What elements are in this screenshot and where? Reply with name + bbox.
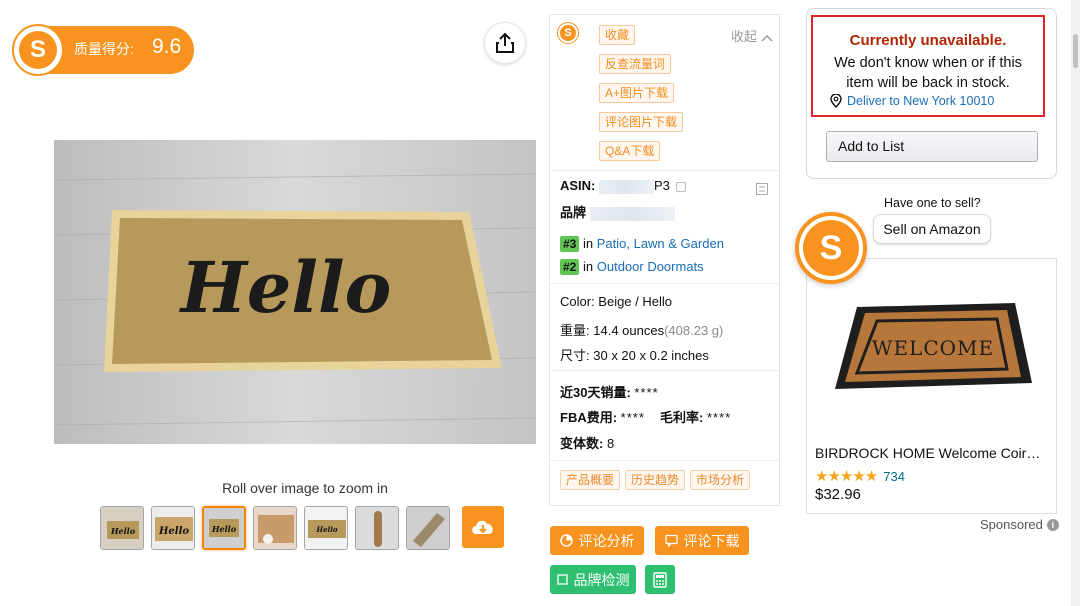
download-images-button[interactable] [462, 506, 504, 548]
fba-fee-row: FBA费用: **** [560, 410, 645, 425]
star-rating-icon: ★★★★★ [815, 468, 878, 485]
weight-row: 重量: 14.4 ounces(408.23 g) [560, 323, 724, 338]
zoom-hint: Roll over image to zoom in [222, 480, 388, 496]
favorite-button[interactable]: 收藏 [599, 25, 636, 45]
ad-mat-welcome-text: WELCOME [872, 336, 994, 360]
copy-icon[interactable] [675, 181, 686, 192]
asin-row: ASIN: P3 [560, 178, 686, 194]
tab-product-overview[interactable]: 产品概要 [560, 470, 621, 490]
thumbnail-4[interactable] [253, 506, 297, 550]
quality-score-value: 9.6 [152, 35, 182, 58]
floating-plugin-logo-icon[interactable]: S [795, 212, 867, 284]
plugin-panel: S 收起 收藏 反查流量词 A+图片下载 评论图片下载 Q&A下载 ASIN: … [549, 14, 780, 506]
calculator-button[interactable] [645, 565, 675, 594]
review-image-download-button[interactable]: 评论图片下载 [599, 112, 684, 132]
ad-rating-count: 734 [883, 468, 905, 484]
color-row: Color: Beige / Hello [560, 294, 672, 309]
thumbnail-2[interactable]: Hello [151, 506, 195, 550]
info-icon: i [1046, 518, 1059, 531]
variants-row: 变体数: 8 [560, 436, 615, 451]
divider [550, 283, 779, 284]
aplus-image-download-button[interactable]: A+图片下载 [599, 83, 675, 103]
svg-text:Hello: Hello [315, 525, 337, 534]
sales-30d-row: 近30天销量: **** [560, 385, 659, 400]
pie-chart-icon [559, 534, 573, 547]
have-one-to-sell-label: Have one to sell? [884, 196, 981, 210]
thumbnail-5[interactable]: Hello [304, 506, 348, 550]
brand-check-button[interactable]: 品牌检测 [550, 565, 636, 594]
unavailable-text-2: item will be back in stock. [846, 75, 1010, 91]
thumbnail-6[interactable] [355, 506, 399, 550]
cloud-download-icon [472, 520, 493, 534]
quality-score-label: 质量得分: [74, 41, 134, 57]
mat-hello-text: Hello [179, 246, 392, 329]
sell-on-amazon-button[interactable]: Sell on Amazon [873, 214, 991, 244]
location-pin-icon [830, 94, 842, 108]
asin-blurred-value [599, 179, 655, 194]
main-product-image[interactable]: Hello [54, 140, 536, 444]
add-to-list-button[interactable]: Add to List [826, 131, 1038, 162]
scrollbar-thumb[interactable] [1073, 34, 1078, 68]
thumbnail-1[interactable]: Hello [100, 506, 144, 550]
sponsored-label[interactable]: Sponsored i [980, 517, 1059, 532]
review-download-button[interactable]: 评论下载 [655, 526, 749, 555]
collapse-toggle[interactable]: 收起 [731, 26, 773, 45]
collapse-label: 收起 [731, 29, 758, 44]
reverse-keyword-button[interactable]: 反查流量词 [599, 54, 672, 74]
review-analysis-button[interactable]: 评论分析 [550, 526, 644, 555]
deliver-to-link[interactable]: Deliver to New York 10010 [830, 94, 994, 108]
divider [550, 460, 779, 461]
chevron-up-icon [761, 34, 773, 42]
calculator-icon [653, 571, 667, 588]
ad-rating[interactable]: ★★★★★ 734 [815, 467, 905, 485]
rank-row-2: #2 in Outdoor Doormats [560, 259, 704, 275]
comment-icon [664, 534, 678, 547]
rank-row-1: #3 in Patio, Lawn & Garden [560, 236, 724, 252]
divider [550, 370, 779, 371]
share-button[interactable] [484, 22, 526, 64]
ad-product-image: WELCOME [835, 303, 1032, 389]
svg-text:Hello: Hello [158, 526, 189, 537]
ad-product-title[interactable]: BIRDROCK HOME Welcome Coir… [815, 445, 1047, 461]
svg-text:Hello: Hello [211, 524, 237, 534]
quality-score-badge[interactable]: S 质量得分: 9.6 [12, 24, 194, 76]
page-scrollbar[interactable] [1071, 0, 1080, 606]
tab-market-analysis[interactable]: 市场分析 [690, 470, 751, 490]
share-icon [496, 32, 514, 53]
size-row: 尺寸: 30 x 20 x 0.2 inches [560, 348, 709, 363]
plugin-logo-icon: S [12, 24, 64, 76]
tab-history-trend[interactable]: 历史趋势 [625, 470, 686, 490]
settings-icon[interactable] [756, 183, 768, 195]
rank-category-link-1[interactable]: Patio, Lawn & Garden [597, 236, 724, 251]
unavailable-text-1: We don't know when or if this [834, 55, 1022, 71]
availability-message: Currently unavailable. We don't know whe… [811, 15, 1045, 117]
unavailable-title: Currently unavailable. [849, 32, 1007, 49]
thumbnail-strip: Hello Hello Hello Hello [100, 506, 504, 552]
panel-logo-icon: S [557, 22, 579, 44]
brand-row: 品牌 [560, 202, 675, 221]
margin-row: 毛利率: **** [660, 410, 732, 425]
rank-category-link-2[interactable]: Outdoor Doormats [597, 259, 704, 274]
ad-price: $32.96 [815, 486, 861, 503]
divider [550, 170, 779, 171]
brand-blurred-value [589, 206, 675, 221]
svg-text:Hello: Hello [110, 526, 136, 536]
qa-download-button[interactable]: Q&A下载 [599, 141, 661, 161]
thumbnail-3-selected[interactable]: Hello [202, 506, 246, 550]
square-icon [556, 574, 568, 585]
thumbnail-7[interactable] [406, 506, 450, 550]
